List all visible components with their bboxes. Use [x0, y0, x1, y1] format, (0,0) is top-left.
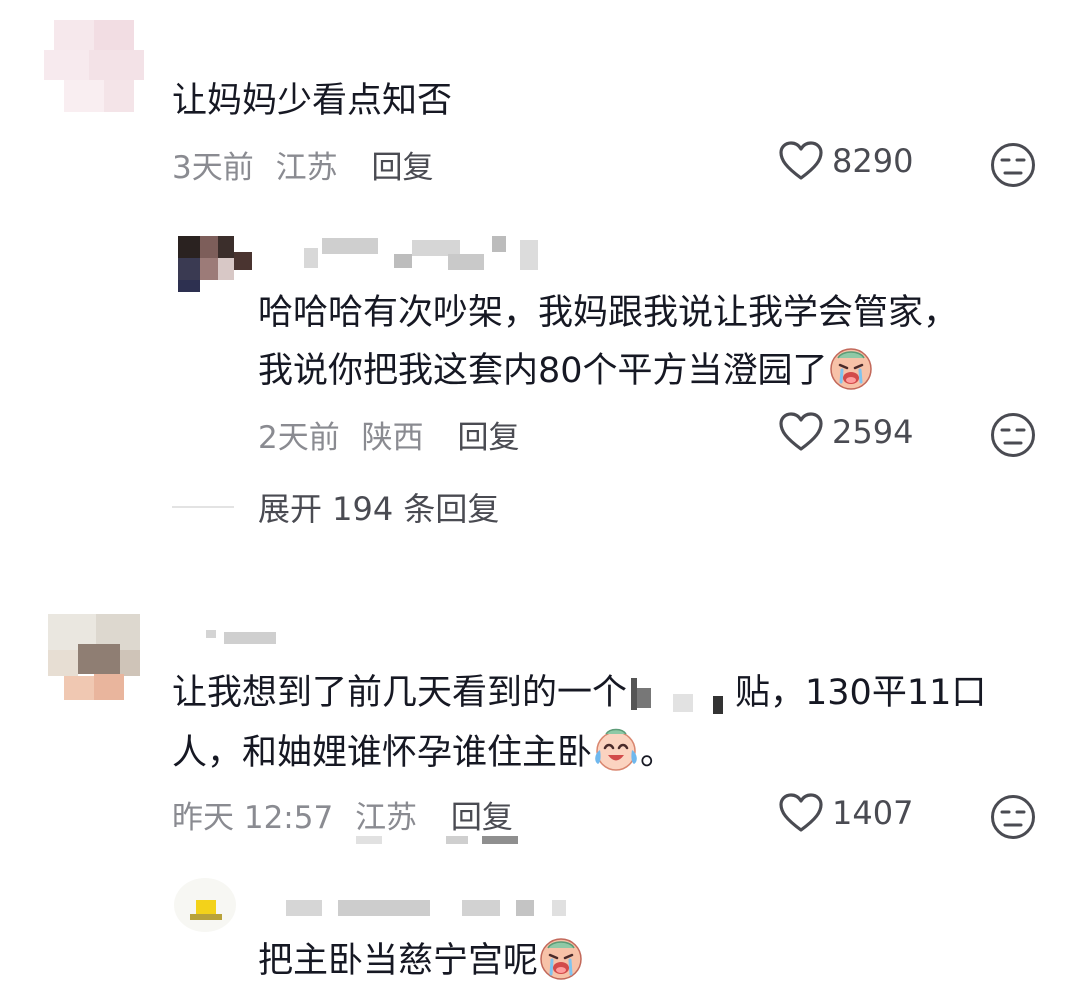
comment-meta: 昨天 12:57 江苏 回复: [172, 792, 513, 837]
dislike-button[interactable]: [990, 412, 1036, 458]
comment-text-line: 人，和妯娌谁怀孕谁住主卧 。: [172, 726, 675, 780]
like-count: 1407: [832, 794, 914, 832]
reply-text-line: 哈哈哈有次吵架，我妈跟我说让我学会管家，: [258, 293, 959, 333]
like-count: 2594: [832, 413, 914, 451]
meh-face-icon: [991, 795, 1035, 839]
reply-meta: 2天前 陕西 回复: [258, 412, 519, 457]
comment-time: 昨天 12:57: [172, 800, 334, 836]
comment-location: 陕西: [361, 420, 424, 456]
reply-text: 把主卧当慈宁宫呢: [258, 941, 539, 981]
like-button[interactable]: 2594: [778, 411, 913, 453]
heart-outline-icon: [779, 141, 823, 180]
username-blurred[interactable]: [206, 624, 286, 646]
comment-meta: 3天前 江苏 回复: [172, 142, 433, 187]
expand-replies-label: 展开 194 条回复: [258, 490, 500, 528]
laughing-tears-emoji: [595, 728, 637, 771]
divider-line: [172, 506, 234, 508]
like-button[interactable]: 1407: [778, 792, 913, 834]
username-blurred[interactable]: [286, 898, 576, 918]
comment-text-line: 让我想到了前几天看到的一个 贴，130平11口: [172, 666, 986, 720]
like-count: 8290: [832, 142, 914, 180]
heart-outline-icon: [779, 793, 823, 832]
heart-outline-icon: [779, 412, 823, 451]
reply-text: 我说你把我这套内80个平方当澄园了: [258, 351, 828, 391]
redacted-text: [627, 672, 735, 714]
like-button[interactable]: 8290: [778, 140, 913, 182]
reply-text-line: 我说你把我这套内80个平方当澄园了: [258, 344, 874, 398]
comment-location: 江苏: [355, 800, 418, 836]
crying-face-emoji: [540, 938, 582, 980]
reply-button[interactable]: 回复: [457, 420, 519, 456]
comment-time: 2天前: [258, 420, 340, 456]
meh-face-icon: [991, 143, 1035, 187]
dislike-button[interactable]: [990, 142, 1036, 188]
username-blurred[interactable]: [304, 236, 544, 272]
avatar-blurred[interactable]: [174, 878, 238, 934]
comment-text: 。: [640, 733, 676, 773]
avatar-blurred[interactable]: [44, 610, 144, 702]
comment-location: 江苏: [275, 150, 338, 186]
comment-text: 人，和妯娌谁怀孕谁住主卧: [172, 733, 593, 773]
avatar-blurred[interactable]: [44, 20, 144, 112]
crying-face-emoji: [829, 348, 872, 390]
meh-face-icon: [991, 413, 1035, 457]
comment-text: 让我想到了前几天看到的一个: [172, 673, 628, 713]
reply-button[interactable]: 回复: [451, 800, 513, 836]
expand-replies-button[interactable]: 展开 194 条回复: [172, 484, 499, 530]
avatar-blurred[interactable]: [178, 222, 254, 292]
comment-text: 贴，130平11口: [735, 673, 987, 713]
reply-button[interactable]: 回复: [371, 150, 433, 186]
comment-text: 让妈妈少看点知否: [172, 81, 453, 121]
comment-time: 3天前: [172, 150, 254, 186]
reply-text-line: 把主卧当慈宁宫呢: [258, 934, 584, 988]
redacted-marks: [356, 836, 526, 846]
dislike-button[interactable]: [990, 794, 1036, 840]
